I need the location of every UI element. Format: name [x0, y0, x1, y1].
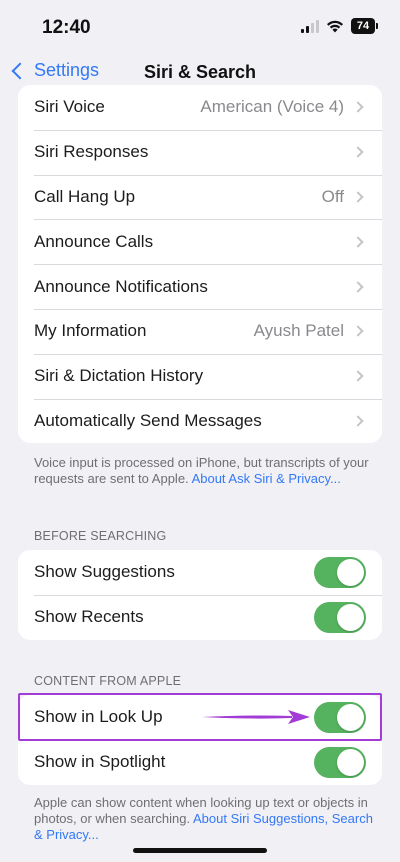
page-title: Siri & Search: [143, 62, 257, 82]
home-indicator: [133, 848, 267, 853]
arrow-annotation: [202, 710, 310, 724]
section-header-content-from-apple: CONTENT FROM APPLE: [34, 674, 182, 688]
toggle-knob: [337, 603, 364, 631]
row-value: Off: [321, 186, 344, 206]
row-label: Call Hang Up: [34, 186, 136, 206]
row-value: American (Voice 4): [200, 97, 344, 117]
row-call-hang-up[interactable]: Call Hang Up Off: [18, 174, 382, 220]
wifi-icon: [327, 20, 343, 33]
row-label: Siri & Dictation History: [34, 366, 204, 386]
row-show-recents: Show Recents: [18, 594, 382, 640]
signal-icon: [301, 19, 319, 33]
show-recents-toggle[interactable]: [314, 601, 366, 633]
show-in-look-up-toggle[interactable]: [314, 701, 366, 733]
row-show-in-look-up: Show in Look Up: [18, 695, 382, 740]
content-from-apple-group: Show in Look Up Show in Spotlight: [18, 695, 382, 785]
row-siri-voice[interactable]: Siri Voice American (Voice 4): [18, 85, 382, 130]
row-label: Announce Calls: [34, 231, 154, 251]
siri-suggestions-footnote: Apple can show content when looking up t…: [34, 795, 374, 843]
row-label: Siri Voice: [34, 97, 105, 117]
chevron-right-icon: [352, 415, 364, 427]
row-siri-dictation-history[interactable]: Siri & Dictation History: [18, 353, 382, 399]
chevron-right-icon: [352, 146, 364, 158]
status-bar: 12:40 74: [0, 0, 400, 52]
row-announce-notifications[interactable]: Announce Notifications: [18, 264, 382, 309]
row-label: Show in Look Up: [34, 707, 163, 727]
row-my-information[interactable]: My Information Ayush Patel: [18, 308, 382, 354]
row-label: Siri Responses: [34, 142, 149, 162]
chevron-right-icon: [352, 101, 364, 114]
before-searching-group: Show Suggestions Show Recents: [18, 550, 382, 640]
status-icons: 74: [301, 18, 378, 34]
toggle-knob: [337, 558, 364, 586]
show-suggestions-toggle[interactable]: [314, 556, 366, 588]
status-time: 12:40: [42, 17, 91, 38]
row-show-suggestions: Show Suggestions: [18, 550, 382, 595]
row-automatically-send-messages[interactable]: Automatically Send Messages: [18, 398, 382, 444]
toggle-knob: [337, 748, 364, 776]
section-header-before-searching: BEFORE SEARCHING: [34, 529, 167, 543]
battery-tip: [376, 23, 378, 29]
row-label: My Information: [34, 321, 147, 341]
row-siri-responses[interactable]: Siri Responses: [18, 129, 382, 175]
row-label: Show in Spotlight: [34, 752, 166, 772]
siri-privacy-footnote: Voice input is processed on iPhone, but …: [34, 455, 374, 487]
battery-icon: 74: [351, 18, 375, 34]
row-value: Ayush Patel: [253, 321, 344, 341]
row-label: Announce Notifications: [34, 276, 208, 296]
chevron-right-icon: [352, 280, 364, 293]
chevron-right-icon: [352, 236, 364, 248]
chevron-right-icon: [352, 370, 364, 382]
row-label: Show Suggestions: [34, 562, 175, 582]
chevron-right-icon: [352, 191, 364, 203]
show-in-spotlight-toggle[interactable]: [314, 746, 366, 778]
siri-settings-group: Siri Voice American (Voice 4) Siri Respo…: [18, 85, 382, 444]
about-ask-siri-privacy-link[interactable]: About Ask Siri & Privacy...: [192, 471, 341, 486]
row-label: Automatically Send Messages: [34, 410, 262, 430]
row-announce-calls[interactable]: Announce Calls: [18, 219, 382, 264]
row-show-in-spotlight: Show in Spotlight: [18, 739, 382, 785]
row-label: Show Recents: [34, 607, 144, 627]
toggle-knob: [337, 703, 364, 731]
chevron-right-icon: [352, 325, 364, 338]
